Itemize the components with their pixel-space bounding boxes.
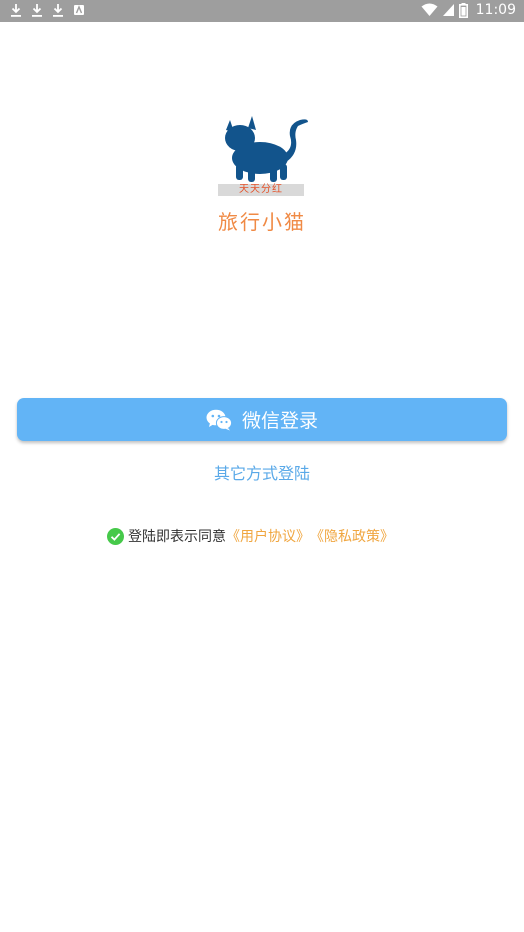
download-icon	[32, 4, 42, 17]
app-notification-icon	[74, 5, 84, 15]
battery-icon	[458, 2, 468, 18]
status-bar-system: 11:09	[421, 2, 516, 18]
wifi-icon	[421, 3, 438, 16]
agreement-text: 登陆即表示同意	[128, 529, 226, 545]
cat-logo-icon	[225, 116, 308, 182]
app-logo: 天天分红 旅行小猫	[212, 114, 312, 234]
privacy-policy-link[interactable]: 《隐私政策》	[310, 526, 394, 546]
app-name: 旅行小猫	[218, 210, 306, 234]
wechat-icon	[206, 409, 232, 430]
other-login-methods-link[interactable]: 其它方式登陆	[0, 460, 524, 484]
signal-icon	[442, 4, 454, 16]
download-icon	[53, 4, 63, 17]
logo-banner: 天天分红	[218, 184, 304, 196]
wechat-login-button[interactable]: 微信登录	[17, 398, 507, 441]
agreement-row: 登陆即表示同意 《用户协议》 《隐私政策》	[107, 526, 394, 546]
status-bar-notifications	[10, 3, 85, 18]
user-agreement-link[interactable]: 《用户协议》	[226, 526, 310, 546]
wechat-login-label: 微信登录	[241, 410, 318, 432]
status-bar: 11:09	[0, 0, 524, 22]
check-circle-icon[interactable]	[107, 527, 124, 545]
status-time: 11:09	[475, 2, 516, 18]
download-icon	[11, 4, 21, 17]
